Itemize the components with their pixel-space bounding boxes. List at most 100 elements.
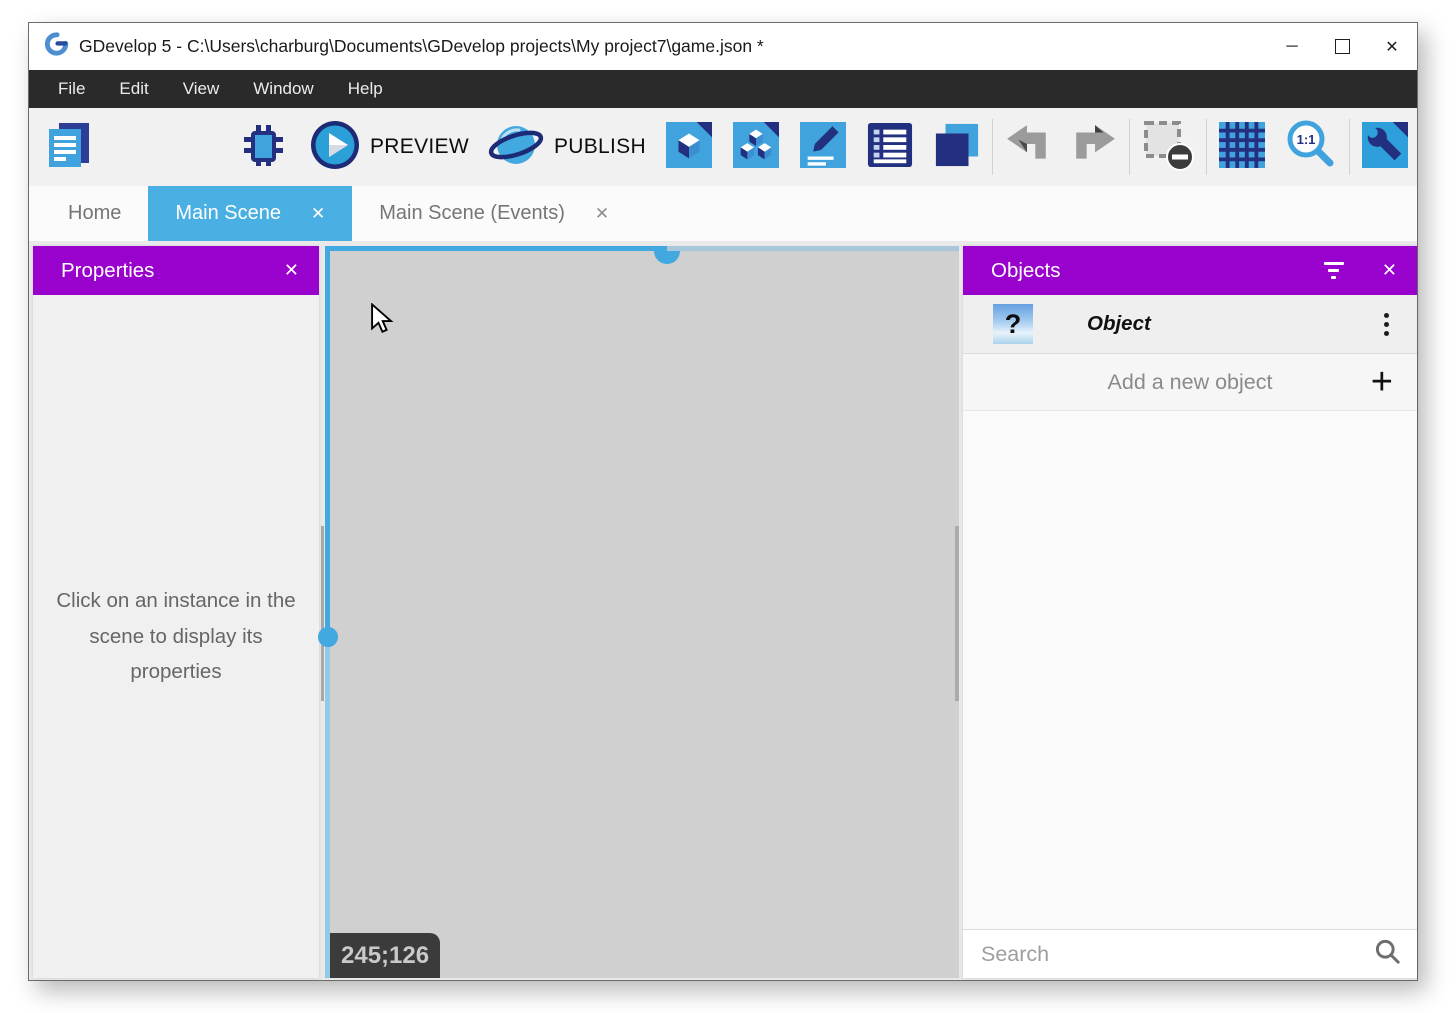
menu-item-view[interactable]: View [166, 70, 237, 108]
menu-item-help[interactable]: Help [331, 70, 400, 108]
toolbar-separator [992, 119, 993, 175]
list-sheet-icon [867, 122, 913, 173]
clear-selection-button[interactable] [1142, 119, 1194, 176]
filter-icon[interactable] [1324, 262, 1344, 279]
vertical-scrollbar-right[interactable] [955, 526, 959, 701]
screenshot: GDevelop 5 - C:\Users\charburg\Documents… [0, 0, 1456, 1013]
objects-cubes-icon [733, 122, 779, 173]
close-button[interactable]: ✕ [1367, 23, 1417, 70]
object-name: Object [1087, 312, 1151, 336]
tab-main-scene-events[interactable]: Main Scene (Events) ✕ [352, 186, 636, 241]
titlebar: GDevelop 5 - C:\Users\charburg\Documents… [29, 23, 1417, 70]
resize-handle-top[interactable] [654, 251, 680, 264]
panel-divider-top[interactable] [325, 246, 667, 251]
redo-arrow-icon [1071, 125, 1117, 170]
plus-icon[interactable]: + [1371, 363, 1393, 401]
undo-arrow-icon [1005, 125, 1051, 170]
properties-panel: Properties ✕ Click on an instance in the… [33, 246, 319, 978]
window-title: GDevelop 5 - C:\Users\charburg\Documents… [79, 36, 764, 57]
objects-header: Objects ✕ [963, 246, 1417, 295]
grid-icon [1219, 122, 1265, 173]
objects-title: Objects [991, 259, 1061, 283]
objects-list-empty-area [963, 411, 1417, 929]
editor-content: Properties ✕ Click on an instance in the… [29, 241, 1417, 980]
tab-close-icon[interactable]: ✕ [595, 204, 609, 224]
tabbar: Home Main Scene ✕ Main Scene (Events) ✕ [29, 186, 1417, 241]
properties-body: Click on an instance in the scene to dis… [33, 295, 319, 978]
scene-cube-icon [666, 122, 712, 173]
objects-panel: Objects ✕ ? Object Add a new object [963, 246, 1417, 978]
add-object-label: Add a new object [1108, 370, 1273, 395]
maximize-icon [1335, 39, 1350, 54]
project-manager-icon [45, 121, 93, 174]
tab-label: Home [68, 202, 121, 225]
add-object-row[interactable]: Add a new object + [963, 354, 1417, 411]
tab-home[interactable]: Home [41, 186, 148, 241]
properties-empty-message: Click on an instance in the scene to dis… [50, 583, 302, 691]
debug-button[interactable] [239, 121, 287, 174]
object-placeholder-icon: ? [993, 304, 1033, 344]
toolbar-separator [1349, 119, 1350, 175]
menu-item-file[interactable]: File [41, 70, 102, 108]
edit-objects-button[interactable] [733, 122, 779, 173]
edit-events-button[interactable] [800, 122, 846, 173]
panel-divider-left[interactable] [325, 246, 330, 637]
selection-remove-icon [1142, 119, 1194, 176]
cursor-position-badge: 245;126 [330, 933, 440, 978]
events-sheet-button[interactable] [867, 122, 913, 173]
wrench-icon [1362, 122, 1408, 173]
tab-label: Main Scene (Events) [379, 202, 565, 225]
minimize-icon: ─ [1286, 38, 1297, 56]
redo-button[interactable] [1071, 125, 1117, 170]
object-list-item[interactable]: ? Object [963, 295, 1417, 354]
toolbar: PREVIEW PUBLISH [29, 108, 1417, 186]
vertical-scrollbar-left[interactable] [321, 526, 324, 701]
menu-item-window[interactable]: Window [236, 70, 330, 108]
tab-close-icon[interactable]: ✕ [311, 204, 325, 224]
layers-icon [934, 122, 980, 173]
zoom-ratio-label: 1:1 [1297, 132, 1316, 147]
search-input[interactable] [979, 941, 1374, 968]
zoom-1-1-icon: 1:1 [1285, 119, 1337, 176]
gdevelop-logo-icon [43, 31, 69, 62]
layers-button[interactable] [934, 122, 980, 173]
play-icon [309, 119, 361, 176]
close-icon: ✕ [1385, 37, 1398, 57]
debug-bug-icon [239, 121, 287, 174]
panel-divider-top-faded[interactable] [667, 246, 959, 251]
toolbar-separator [1206, 119, 1207, 175]
toolbar-separator [1129, 119, 1130, 175]
maximize-button[interactable] [1317, 23, 1367, 70]
window-controls: ─ ✕ [1267, 23, 1417, 70]
preview-button[interactable]: PREVIEW [309, 119, 469, 176]
menu-item-edit[interactable]: Edit [102, 70, 165, 108]
search-icon[interactable] [1374, 938, 1401, 970]
publish-button[interactable]: PUBLISH [487, 119, 646, 176]
properties-title: Properties [61, 259, 154, 283]
project-manager-button[interactable] [45, 121, 93, 174]
publish-label: PUBLISH [554, 135, 646, 159]
undo-button[interactable] [1005, 125, 1051, 170]
minimize-button[interactable]: ─ [1267, 23, 1317, 70]
tab-label: Main Scene [175, 202, 281, 225]
zoom-original-button[interactable]: 1:1 [1285, 119, 1337, 176]
gdevelop-window: GDevelop 5 - C:\Users\charburg\Documents… [28, 22, 1418, 981]
objects-close-icon[interactable]: ✕ [1382, 260, 1397, 281]
preview-label: PREVIEW [370, 135, 469, 159]
objects-search-bar [963, 929, 1417, 978]
pencil-icon [800, 122, 846, 173]
properties-close-icon[interactable]: ✕ [284, 260, 299, 281]
publish-globe-icon [487, 119, 545, 176]
scene-properties-button[interactable] [1362, 122, 1408, 173]
grid-button[interactable] [1219, 122, 1265, 173]
edit-scene-button[interactable] [666, 122, 712, 173]
tab-main-scene[interactable]: Main Scene ✕ [148, 186, 352, 241]
objects-header-actions: ✕ [1324, 260, 1397, 281]
menubar: File Edit View Window Help [29, 70, 1417, 108]
properties-header: Properties ✕ [33, 246, 319, 295]
kebab-menu-icon[interactable] [1380, 309, 1393, 340]
resize-handle-left[interactable] [318, 627, 338, 647]
panel-divider-left-faded[interactable] [325, 637, 330, 978]
mouse-cursor-icon [370, 303, 396, 340]
scene-canvas[interactable]: 245;126 [325, 246, 959, 978]
